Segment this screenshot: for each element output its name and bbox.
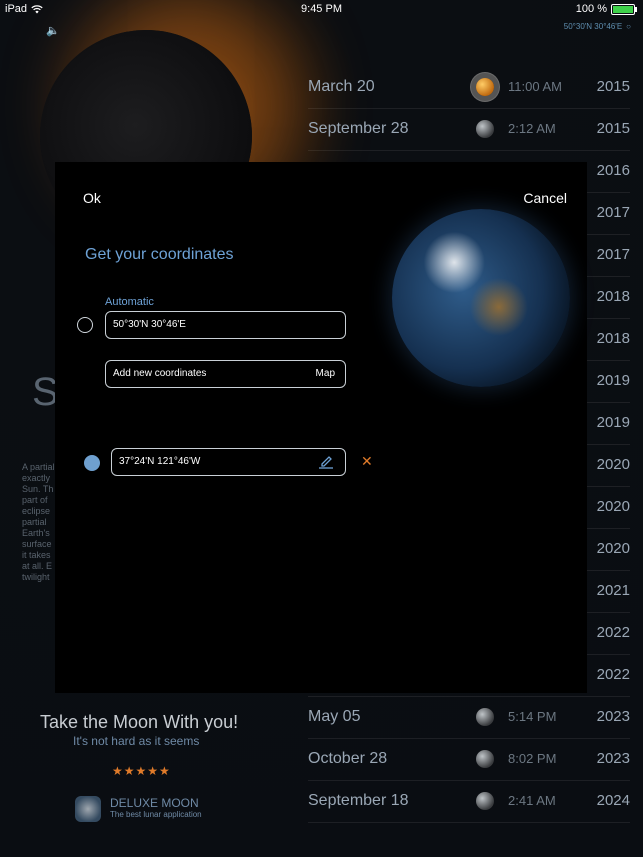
event-year: 2019 <box>596 372 630 389</box>
event-time: 8:02 PM <box>508 751 557 766</box>
event-time: 5:14 PM <box>508 709 557 724</box>
sun-icon <box>476 78 494 96</box>
modal-title: Get your coordinates <box>85 246 234 263</box>
coordinates-modal: Ok Cancel Get your coordinates Automatic… <box>55 162 587 693</box>
event-year: 2018 <box>596 330 630 347</box>
event-date: September 18 <box>308 792 409 809</box>
event-year: 2020 <box>596 540 630 557</box>
event-row[interactable]: October 28 8:02 PM 2023 <box>308 738 630 781</box>
event-row[interactable]: September 28 2:12 AM 2015 <box>308 108 630 151</box>
event-year: 2022 <box>596 666 630 683</box>
earth-globe-image <box>392 209 570 387</box>
location-readout: 50°30'N 30°46'E ○ <box>564 22 631 31</box>
event-time: 2:12 AM <box>508 121 556 136</box>
event-year: 2023 <box>596 708 630 725</box>
event-date: October 28 <box>308 750 388 767</box>
event-row[interactable]: March 20 11:00 AM 2015 <box>308 66 630 109</box>
event-year: 2020 <box>596 456 630 473</box>
moon-icon <box>476 750 494 768</box>
event-year: 2021 <box>596 582 630 599</box>
speaker-icon[interactable]: 🔈 <box>46 24 60 37</box>
status-bar: iPad 9:45 PM 100 % <box>0 0 643 20</box>
event-date: September 28 <box>308 120 409 137</box>
event-row[interactable]: May 05 5:14 PM 2023 <box>308 696 630 739</box>
automatic-coordinates-field[interactable]: 50°30'N 30°46'E <box>105 311 346 339</box>
event-year: 2019 <box>596 414 630 431</box>
promo-app-tagline: The best lunar application <box>110 810 202 819</box>
event-year: 2023 <box>596 750 630 767</box>
moon-icon <box>476 792 494 810</box>
status-right: 100 % <box>575 3 637 15</box>
event-year: 2015 <box>596 78 630 95</box>
deluxe-moon-app-icon[interactable] <box>75 796 101 822</box>
ok-button[interactable]: Ok <box>83 190 101 206</box>
map-button[interactable]: Map <box>316 368 335 379</box>
event-year: 2020 <box>596 498 630 515</box>
promo-subtitle: It's not hard as it seems <box>73 734 200 748</box>
automatic-radio[interactable] <box>77 317 93 333</box>
event-year: 2015 <box>596 120 630 137</box>
event-year: 2017 <box>596 246 630 263</box>
globe-icon[interactable]: ○ <box>626 22 631 31</box>
moon-icon <box>476 708 494 726</box>
saved-coordinates-radio[interactable] <box>84 455 100 471</box>
automatic-coordinates-value: 50°30'N 30°46'E <box>113 319 186 330</box>
pencil-icon[interactable] <box>319 453 333 469</box>
add-coordinates-button[interactable]: Add new coordinates Map <box>105 360 346 388</box>
rating-stars: ★★★★★ <box>112 764 171 778</box>
status-time: 9:45 PM <box>301 3 342 15</box>
event-time: 11:00 AM <box>508 79 562 94</box>
battery-icon <box>611 3 637 15</box>
automatic-label: Automatic <box>105 296 154 308</box>
description-fragment: A partial exactly Sun. Th part of eclips… <box>22 462 55 582</box>
event-year: 2024 <box>596 792 630 809</box>
event-year: 2016 <box>596 162 630 179</box>
battery-percent: 100 % <box>575 3 607 15</box>
event-row[interactable]: September 18 2:41 AM 2024 <box>308 780 630 823</box>
event-date: May 05 <box>308 708 361 725</box>
location-readout-text: 50°30'N 30°46'E <box>563 22 623 31</box>
event-year: 2017 <box>596 204 630 221</box>
cancel-button[interactable]: Cancel <box>523 190 567 206</box>
saved-coordinates-field[interactable]: 37°24'N 121°46'W <box>111 448 346 476</box>
promo-app-name[interactable]: DELUXE MOON <box>110 796 199 810</box>
event-year: 2022 <box>596 624 630 641</box>
remove-coordinates-icon[interactable]: ✕ <box>361 453 373 470</box>
moon-icon <box>476 120 494 138</box>
promo-title: Take the Moon With you! <box>40 712 239 732</box>
event-date: March 20 <box>308 78 375 95</box>
event-time: 2:41 AM <box>508 793 556 808</box>
saved-coordinates-value: 37°24'N 121°46'W <box>119 456 201 467</box>
event-year: 2018 <box>596 288 630 305</box>
add-coordinates-label: Add new coordinates <box>113 368 207 379</box>
